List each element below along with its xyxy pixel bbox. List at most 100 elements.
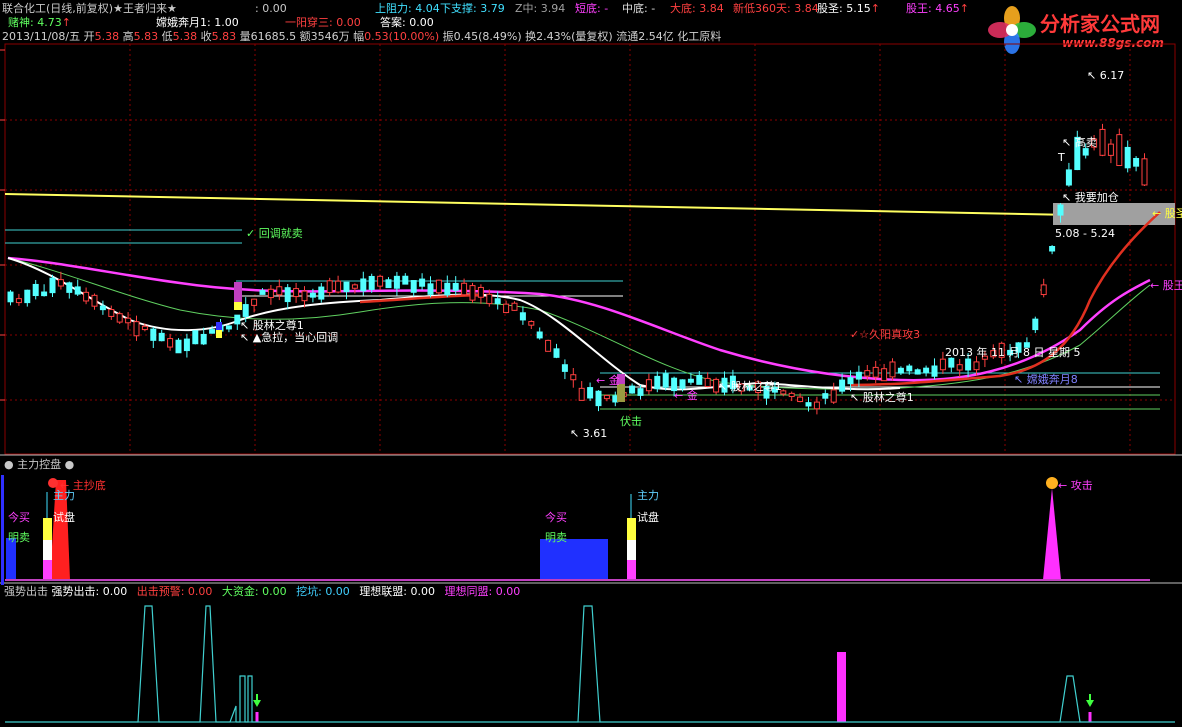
candle-body bbox=[66, 282, 73, 293]
candle-body bbox=[419, 278, 426, 287]
changebenyue-text: 嫦娥奔月8 bbox=[1026, 373, 1078, 386]
candle-body bbox=[847, 377, 854, 385]
wk-num: 0.00 bbox=[325, 585, 350, 598]
label-jinmai-2: 今买 bbox=[545, 511, 567, 524]
candle-body bbox=[125, 317, 132, 324]
candle-body bbox=[830, 389, 837, 403]
candle-body bbox=[49, 277, 56, 294]
candle-body bbox=[427, 283, 434, 295]
candle-body bbox=[662, 373, 669, 388]
candle-body bbox=[99, 305, 106, 311]
candle-body bbox=[872, 366, 879, 378]
candle-body bbox=[360, 278, 367, 292]
candle-body bbox=[133, 321, 140, 337]
dz-value: 大资金: 0.00 bbox=[222, 585, 287, 598]
candle-body bbox=[965, 358, 972, 371]
candle-body bbox=[561, 364, 568, 372]
lx-num: 0.00 bbox=[410, 585, 436, 598]
candle-body bbox=[343, 281, 350, 293]
candle-body bbox=[41, 291, 48, 297]
gulin-right-text: 股林之尊1 bbox=[862, 391, 914, 404]
candle-body bbox=[637, 388, 644, 396]
candle-body bbox=[956, 364, 963, 371]
annotation-huitiao: ✓ 回调就卖 bbox=[246, 227, 303, 240]
annotation-changebenyue: ↖ 嫦娥奔月8 bbox=[1014, 373, 1078, 386]
candle-body bbox=[1040, 284, 1047, 296]
label-gongji: ← 攻击 bbox=[1058, 479, 1093, 492]
candle-body bbox=[183, 338, 190, 352]
candle-body bbox=[335, 280, 342, 293]
annotation-range: 5.08 - 5.24 bbox=[1055, 227, 1115, 240]
candle-body bbox=[503, 303, 510, 314]
guwang-text: 股王 bbox=[1162, 279, 1182, 292]
candle-body bbox=[469, 285, 476, 301]
candle-body bbox=[7, 291, 14, 303]
candle-body bbox=[91, 294, 98, 307]
candle-body bbox=[629, 385, 636, 394]
annotation-guwang: ← 股王 bbox=[1150, 279, 1182, 292]
lx-label: 理想联盟: bbox=[359, 585, 411, 598]
annotation-t: T bbox=[1058, 151, 1065, 164]
candle-body bbox=[914, 369, 921, 375]
candle-body bbox=[528, 321, 535, 326]
signal-block bbox=[216, 322, 222, 330]
candle-body bbox=[864, 370, 871, 377]
gulin-mid-text: 股林之尊1 bbox=[730, 380, 782, 393]
candle-body bbox=[242, 304, 249, 317]
candle-body bbox=[435, 279, 442, 294]
qs-num: 0.00 bbox=[102, 585, 128, 598]
candle-body bbox=[309, 292, 316, 298]
candle-body bbox=[192, 330, 199, 345]
candle-body bbox=[587, 387, 594, 399]
low-mark-text: 3.61 bbox=[582, 427, 608, 440]
candle-body bbox=[931, 365, 938, 377]
candle-body bbox=[1141, 158, 1148, 186]
candle-body bbox=[1082, 148, 1089, 156]
candle-body bbox=[973, 361, 980, 371]
label-mingmai: 明卖 bbox=[8, 531, 30, 544]
jiuyang-text: 久阳真攻3 bbox=[869, 328, 921, 341]
candle-body bbox=[1057, 204, 1064, 216]
candle-body bbox=[813, 401, 820, 410]
candle-body bbox=[839, 379, 846, 392]
candle-body bbox=[167, 338, 174, 348]
candle-body bbox=[603, 394, 610, 400]
annotation-jiacang: ↖ 我要加仓 bbox=[1062, 191, 1119, 204]
left-axis bbox=[0, 49, 5, 401]
annotation-jiuyang: ✓☆久阳真攻3 bbox=[850, 328, 921, 341]
candle-body bbox=[15, 298, 22, 304]
panel2-title-text: 主力控盘 bbox=[17, 458, 62, 471]
label-jinmai: 今买 bbox=[8, 511, 30, 524]
ma-red-line bbox=[359, 211, 1161, 387]
candle-body bbox=[797, 396, 804, 403]
lt-label: 理想同盟: bbox=[444, 585, 496, 598]
annotation-date: 2013 年 11 月 8 日 星期 5 bbox=[945, 346, 1081, 359]
candle-body bbox=[385, 279, 392, 289]
candle-body bbox=[410, 280, 417, 293]
candle-body bbox=[175, 339, 182, 354]
candle-body bbox=[536, 331, 543, 339]
candle-body bbox=[939, 358, 946, 371]
wk-label: 挖坑: bbox=[296, 585, 326, 598]
candle-body bbox=[948, 357, 955, 368]
candle-body bbox=[116, 313, 123, 323]
candle-body bbox=[1107, 143, 1114, 156]
candle-body bbox=[393, 275, 400, 289]
candle-body bbox=[1116, 134, 1123, 167]
high-mark-text: 6.17 bbox=[1099, 69, 1125, 82]
candle-body bbox=[141, 325, 148, 331]
label-mingmai-2: 明卖 bbox=[545, 531, 567, 544]
candle-body bbox=[519, 312, 526, 321]
label-shipan-2: 试盘 bbox=[637, 511, 659, 524]
candle-body bbox=[444, 282, 451, 296]
annotation-jila: ↖ ▲急拉，当心回调 bbox=[240, 331, 339, 344]
candle-body bbox=[570, 374, 577, 381]
annotation-gulin-mid: ↖ 股林之尊1 bbox=[718, 380, 782, 393]
panel3-lines bbox=[5, 605, 1175, 723]
candle-body bbox=[704, 377, 711, 388]
annotation-fuji: 伏击 bbox=[620, 415, 642, 428]
candle-body bbox=[108, 309, 115, 317]
candle-body bbox=[225, 325, 232, 330]
candle-body bbox=[906, 365, 913, 372]
candle-body bbox=[897, 367, 904, 374]
